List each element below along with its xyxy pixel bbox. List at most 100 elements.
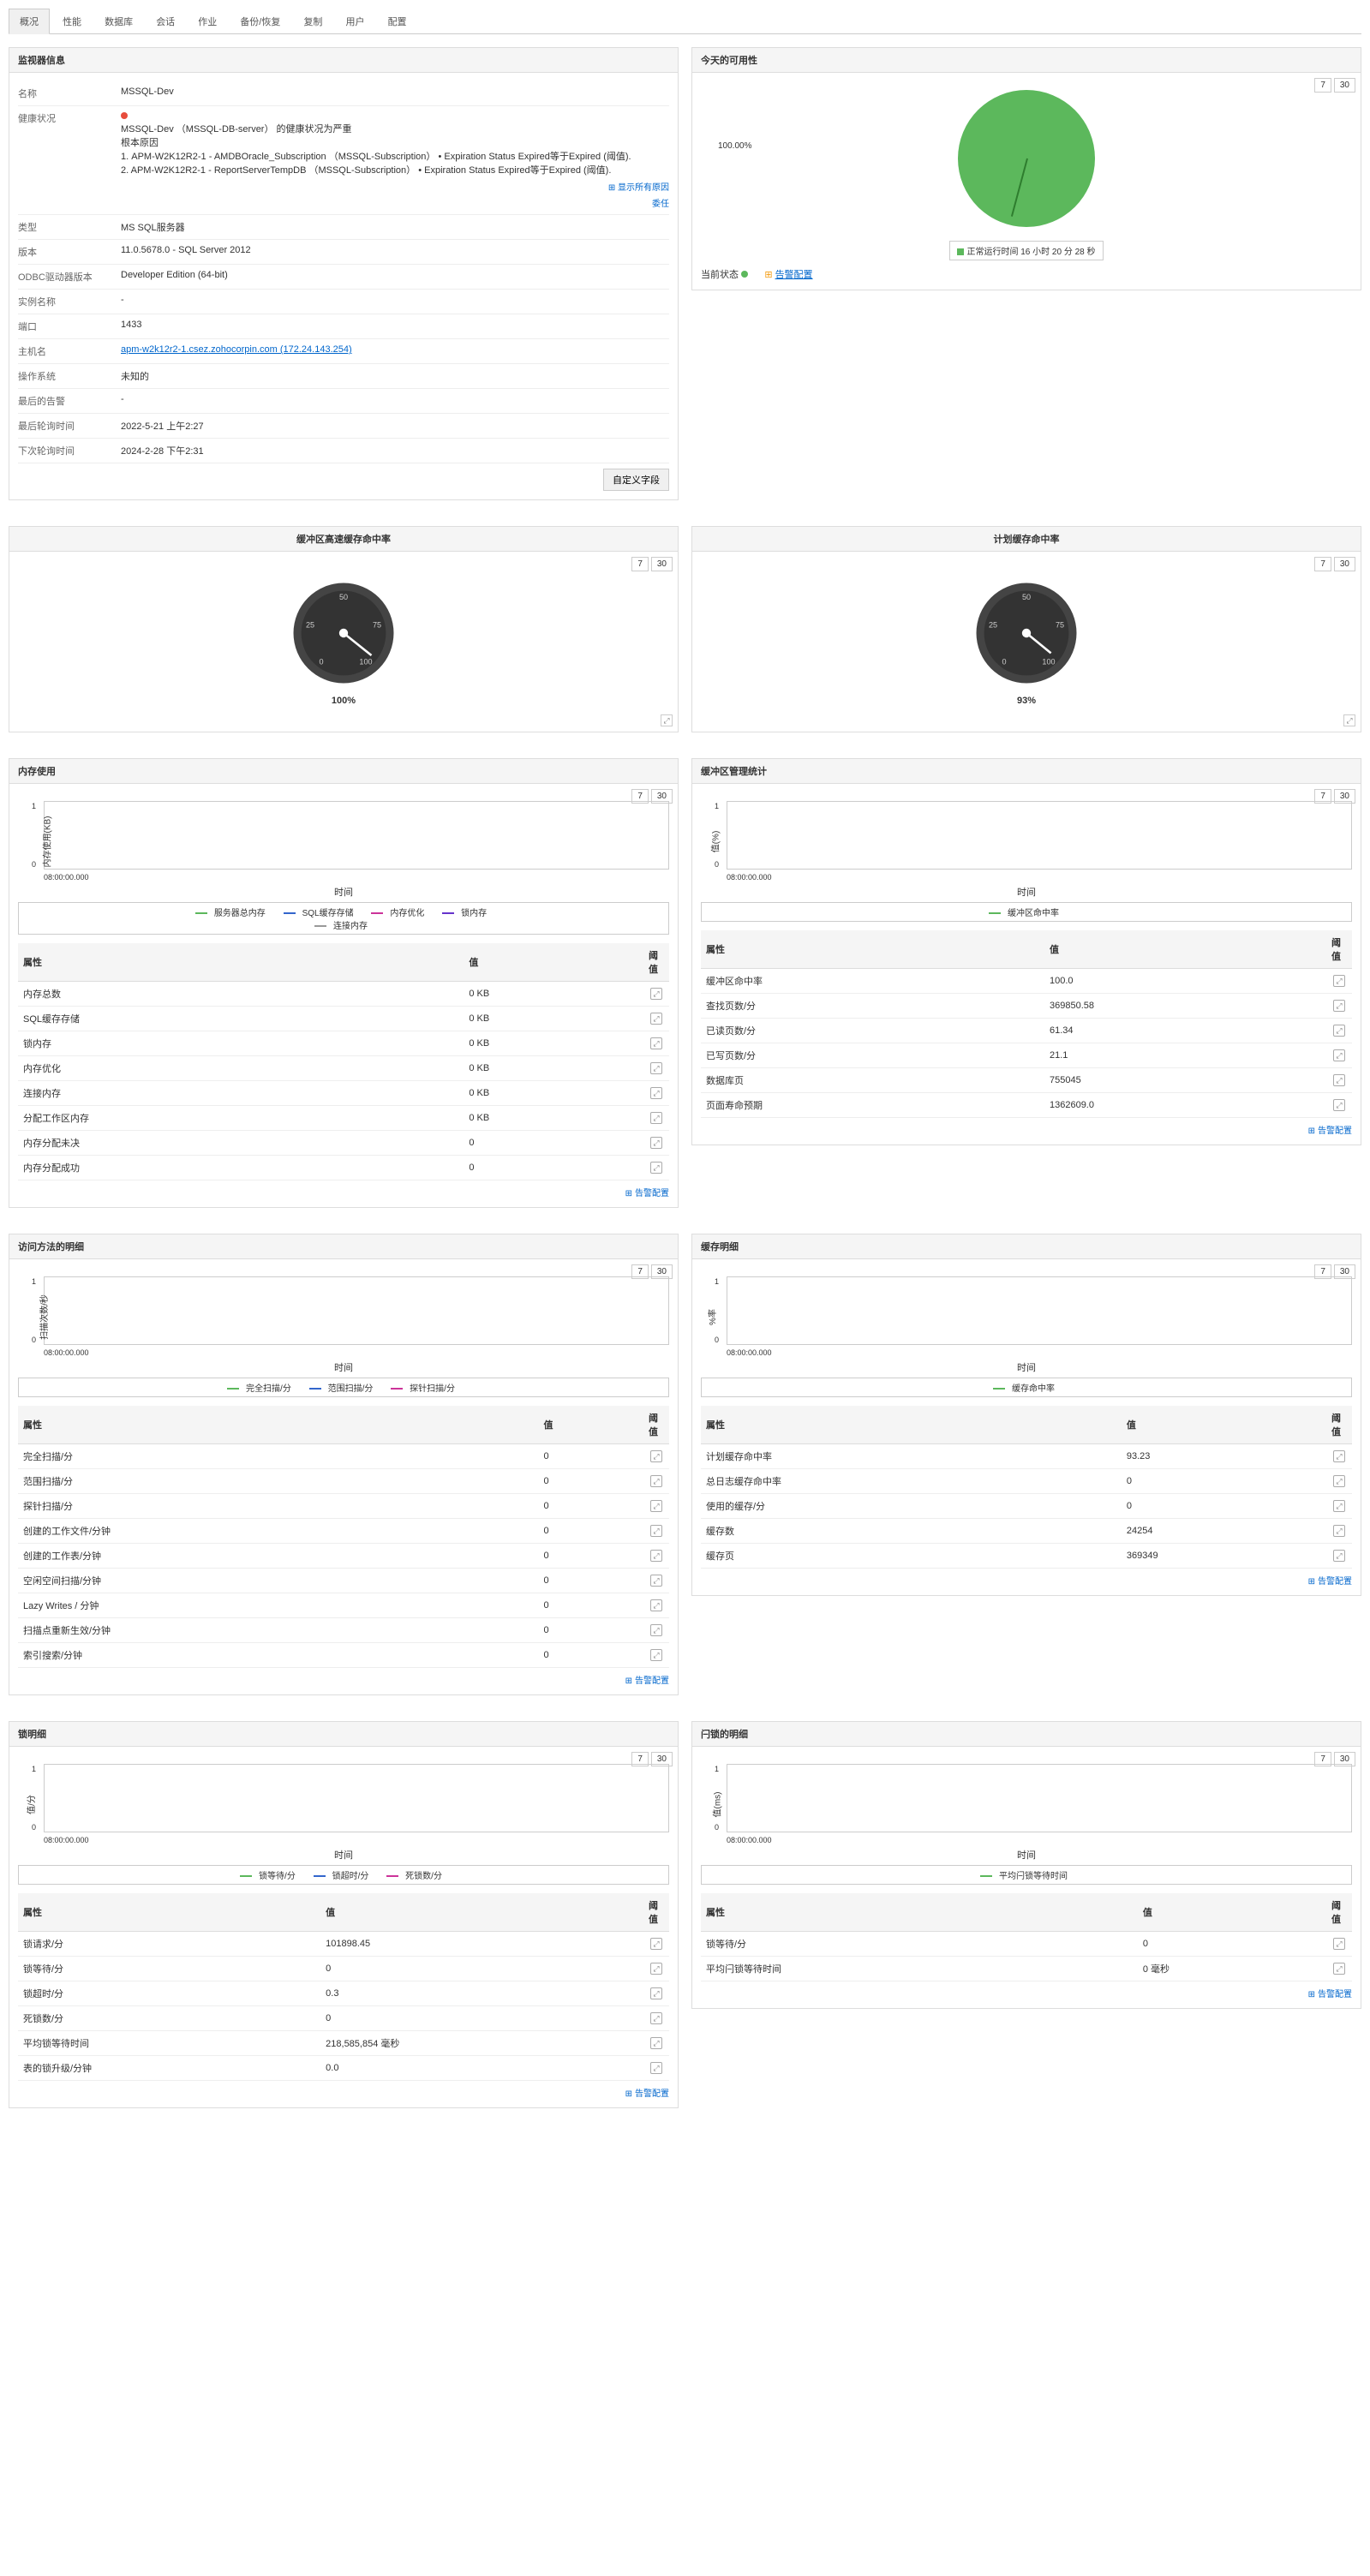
tab-replication[interactable]: 复制 bbox=[293, 9, 332, 33]
threshold-config-icon[interactable]: ⤢ bbox=[1333, 1938, 1345, 1950]
alarm-config-link[interactable]: 告警配置 bbox=[1318, 1990, 1352, 1999]
tab-session[interactable]: 会话 bbox=[146, 9, 185, 33]
tab-backup[interactable]: 备份/恢复 bbox=[230, 9, 290, 33]
threshold-config-icon[interactable]: ⤢ bbox=[650, 1137, 662, 1149]
alarm-config-link[interactable]: 告警配置 bbox=[635, 1676, 669, 1686]
threshold-config-icon[interactable]: ⤢ bbox=[650, 1987, 662, 1999]
x-tick: 08:00:00.000 bbox=[727, 1348, 1352, 1357]
value-cell: 61.34 bbox=[1044, 1019, 1326, 1043]
threshold-config-icon[interactable]: ⤢ bbox=[650, 1963, 662, 1975]
attr-cell: Lazy Writes / 分钟 bbox=[18, 1593, 539, 1618]
threshold-config-icon[interactable]: ⤢ bbox=[1333, 1475, 1345, 1487]
value-cell: 101898.45 bbox=[320, 1932, 643, 1957]
hostname-link[interactable]: apm-w2k12r2-1.csez.zohocorpin.com (172.2… bbox=[121, 344, 352, 355]
table-row: 总日志缓存命中率0⤢ bbox=[701, 1469, 1352, 1494]
label: 名称 bbox=[18, 87, 121, 100]
tab-performance[interactable]: 性能 bbox=[52, 9, 92, 33]
x-axis-label: 时间 bbox=[18, 885, 669, 899]
label: 下次轮询时间 bbox=[18, 444, 121, 457]
value: 1433 bbox=[121, 320, 669, 333]
memory-title: 内存使用 bbox=[9, 759, 678, 784]
attr-cell: 平均锁等待时间 bbox=[18, 2031, 320, 2056]
label: 主机名 bbox=[18, 344, 121, 358]
threshold-cell: ⤢ bbox=[1326, 1519, 1352, 1544]
threshold-config-icon[interactable]: ⤢ bbox=[650, 1162, 662, 1174]
expand-icon[interactable]: ⤢ bbox=[661, 714, 673, 726]
col-thresh: 阈值 bbox=[643, 943, 669, 982]
threshold-config-icon[interactable]: ⤢ bbox=[650, 1599, 662, 1611]
threshold-config-icon[interactable]: ⤢ bbox=[650, 2037, 662, 2049]
threshold-config-icon[interactable]: ⤢ bbox=[1333, 1550, 1345, 1562]
value-cell: 0 bbox=[539, 1494, 644, 1519]
threshold-config-icon[interactable]: ⤢ bbox=[650, 1475, 662, 1487]
x-axis-label: 时间 bbox=[701, 885, 1352, 899]
expand-icon[interactable]: ⤢ bbox=[1343, 714, 1355, 726]
svg-text:50: 50 bbox=[1022, 593, 1031, 601]
threshold-config-icon[interactable]: ⤢ bbox=[1333, 1074, 1345, 1086]
attr-cell: 锁内存 bbox=[18, 1031, 464, 1056]
threshold-config-icon[interactable]: ⤢ bbox=[1333, 1025, 1345, 1037]
threshold-config-icon[interactable]: ⤢ bbox=[650, 1112, 662, 1124]
value-cell: 0 bbox=[539, 1643, 644, 1668]
threshold-config-icon[interactable]: ⤢ bbox=[1333, 1500, 1345, 1512]
value-cell: 0.0 bbox=[320, 2056, 643, 2081]
col-attr: 属性 bbox=[701, 1406, 1122, 1444]
threshold-cell: ⤢ bbox=[643, 982, 669, 1007]
threshold-config-icon[interactable]: ⤢ bbox=[1333, 1525, 1345, 1537]
alarm-config-link[interactable]: 告警配置 bbox=[1318, 1577, 1352, 1587]
threshold-config-icon[interactable]: ⤢ bbox=[650, 1575, 662, 1587]
threshold-config-icon[interactable]: ⤢ bbox=[650, 1938, 662, 1950]
threshold-config-icon[interactable]: ⤢ bbox=[650, 1037, 662, 1049]
alarm-config-link[interactable]: 告警配置 bbox=[775, 270, 813, 280]
value-cell: 0 KB bbox=[464, 982, 643, 1007]
threshold-config-icon[interactable]: ⤢ bbox=[1333, 1450, 1345, 1462]
table-row: Lazy Writes / 分钟0⤢ bbox=[18, 1593, 669, 1618]
threshold-cell: ⤢ bbox=[643, 1056, 669, 1081]
attr-cell: 探针扫描/分 bbox=[18, 1494, 539, 1519]
tab-config[interactable]: 配置 bbox=[378, 9, 417, 33]
threshold-config-icon[interactable]: ⤢ bbox=[650, 1013, 662, 1025]
availability-panel: 今天的可用性 730 100.00% 正常运行时间 16 小时 20 分 28 … bbox=[691, 47, 1361, 290]
monitor-info-title: 监视器信息 bbox=[9, 48, 678, 73]
threshold-config-icon[interactable]: ⤢ bbox=[650, 1550, 662, 1562]
alarm-config-link[interactable]: 告警配置 bbox=[635, 2089, 669, 2099]
delegate-link[interactable]: 委任 bbox=[652, 200, 669, 209]
threshold-config-icon[interactable]: ⤢ bbox=[650, 1062, 662, 1074]
col-attr: 属性 bbox=[18, 1406, 539, 1444]
range-30-button[interactable]: 30 bbox=[1334, 557, 1355, 571]
alarm-config-link[interactable]: 告警配置 bbox=[635, 1189, 669, 1198]
threshold-config-icon[interactable]: ⤢ bbox=[650, 1450, 662, 1462]
threshold-config-icon[interactable]: ⤢ bbox=[1333, 1000, 1345, 1012]
tab-jobs[interactable]: 作业 bbox=[188, 9, 227, 33]
threshold-config-icon[interactable]: ⤢ bbox=[650, 988, 662, 1000]
value-cell: 0 KB bbox=[464, 1031, 643, 1056]
chart-legend: 锁等待/分 锁超时/分 死锁数/分 bbox=[18, 1865, 669, 1885]
threshold-config-icon[interactable]: ⤢ bbox=[1333, 1049, 1345, 1061]
threshold-config-icon[interactable]: ⤢ bbox=[650, 1624, 662, 1636]
tab-database[interactable]: 数据库 bbox=[94, 9, 143, 33]
threshold-config-icon[interactable]: ⤢ bbox=[1333, 1099, 1345, 1111]
attr-cell: 空闲空间扫描/分钟 bbox=[18, 1569, 539, 1593]
custom-fields-button[interactable]: 自定义字段 bbox=[603, 469, 669, 491]
threshold-config-icon[interactable]: ⤢ bbox=[650, 2012, 662, 2024]
threshold-config-icon[interactable]: ⤢ bbox=[1333, 1963, 1345, 1975]
value: - bbox=[121, 295, 669, 308]
range-30-button[interactable]: 30 bbox=[651, 557, 673, 571]
threshold-config-icon[interactable]: ⤢ bbox=[1333, 975, 1345, 987]
tab-users[interactable]: 用户 bbox=[336, 9, 375, 33]
threshold-config-icon[interactable]: ⤢ bbox=[650, 1500, 662, 1512]
range-7-button[interactable]: 7 bbox=[1314, 557, 1331, 571]
svg-text:0: 0 bbox=[319, 657, 323, 666]
alarm-config-link[interactable]: 告警配置 bbox=[1318, 1127, 1352, 1136]
range-7-button[interactable]: 7 bbox=[631, 557, 649, 571]
show-all-reasons-link[interactable]: ⊞ 显示所有原因 bbox=[608, 183, 669, 193]
threshold-config-icon[interactable]: ⤢ bbox=[650, 1087, 662, 1099]
threshold-config-icon[interactable]: ⤢ bbox=[650, 2062, 662, 2074]
alarm-icon: ⊞ bbox=[1308, 1990, 1315, 1999]
label: 健康状况 bbox=[18, 111, 121, 209]
threshold-config-icon[interactable]: ⤢ bbox=[650, 1649, 662, 1661]
cache-chart: %率 10 bbox=[727, 1276, 1352, 1345]
tab-overview[interactable]: 概况 bbox=[9, 9, 50, 34]
threshold-cell: ⤢ bbox=[1326, 1494, 1352, 1519]
threshold-config-icon[interactable]: ⤢ bbox=[650, 1525, 662, 1537]
